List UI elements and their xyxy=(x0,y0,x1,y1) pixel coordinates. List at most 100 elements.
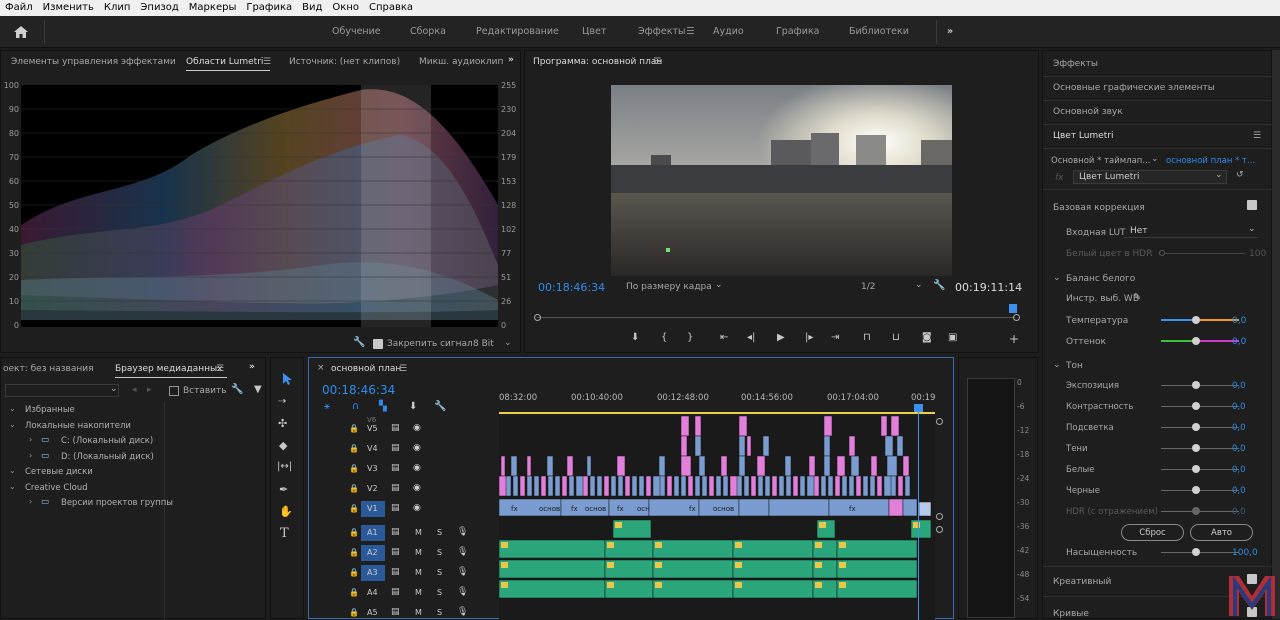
track-label[interactable]: V5 xyxy=(367,424,378,433)
input-lut-select[interactable]: Нет ⌄ xyxy=(1124,224,1258,238)
lock-icon[interactable]: 🔒 xyxy=(349,504,359,513)
video-clip-v5[interactable] xyxy=(880,416,888,437)
ripple-edit-tool-icon[interactable]: ✣ xyxy=(278,417,287,430)
video-clip-v3[interactable] xyxy=(500,455,506,477)
video-clip-v2[interactable] xyxy=(834,475,841,497)
video-clip-v4[interactable] xyxy=(848,435,856,457)
video-clip-v5[interactable] xyxy=(694,416,702,437)
video-clip-v2[interactable] xyxy=(869,475,876,497)
chevron-down-icon[interactable]: ⌄ xyxy=(1053,273,1061,283)
menu-icon[interactable]: ☰ xyxy=(216,364,224,374)
menu-help[interactable]: Справка xyxy=(364,0,418,13)
temperature-value[interactable]: 0,0 xyxy=(1232,316,1246,326)
section-lumetri-color[interactable]: Цвет Lumetri xyxy=(1053,131,1114,141)
sync-lock-icon[interactable]: ▤ xyxy=(391,607,400,617)
microphone-icon[interactable]: 🎙 xyxy=(457,587,468,597)
video-clip-v3[interactable] xyxy=(836,455,846,477)
video-clip-v2[interactable] xyxy=(554,475,561,497)
tone-slider-knob[interactable] xyxy=(1192,381,1200,389)
audio-clip[interactable] xyxy=(836,559,918,579)
timeline-timecode[interactable]: 00:18:46:34 xyxy=(322,383,395,397)
more-panels-icon[interactable]: » xyxy=(249,362,255,372)
temperature-slider[interactable] xyxy=(1192,316,1200,324)
mute-button[interactable]: M xyxy=(415,608,422,617)
tree-item[interactable]: D: (Локальный диск) xyxy=(61,452,154,462)
add-button-icon[interactable]: + xyxy=(1009,332,1019,346)
back-arrow-icon[interactable]: ◂ xyxy=(132,385,137,395)
sync-lock-icon[interactable]: ▤ xyxy=(391,503,400,513)
tone-slider-knob[interactable] xyxy=(1192,486,1200,494)
scrub-bar[interactable] xyxy=(537,317,1015,318)
video-clip-v2[interactable] xyxy=(512,475,519,497)
video-clip-v2[interactable] xyxy=(848,475,855,497)
video-clip-v2[interactable] xyxy=(771,475,778,497)
eye-icon[interactable]: ◉ xyxy=(413,423,421,433)
microphone-icon[interactable]: 🎙 xyxy=(457,527,468,537)
white-balance-header[interactable]: Баланс белого xyxy=(1066,274,1135,284)
location-select[interactable]: ⌄ xyxy=(5,384,119,397)
video-clip-v3[interactable] xyxy=(756,455,766,477)
chevron-down-icon[interactable]: ⌄ xyxy=(1053,360,1061,370)
video-clip-v2[interactable] xyxy=(785,475,792,497)
tint-slider[interactable] xyxy=(1192,337,1200,345)
solo-button[interactable]: S xyxy=(437,548,442,557)
audio-clip[interactable] xyxy=(732,559,814,579)
chevron-down-icon[interactable]: ⌄ xyxy=(715,280,723,290)
ws-libraries[interactable]: Библиотеки xyxy=(849,26,909,37)
video-clip-v2[interactable] xyxy=(540,475,547,497)
video-clip-v2[interactable] xyxy=(610,475,617,497)
video-clip-v2[interactable] xyxy=(792,475,799,497)
video-clip-v2[interactable] xyxy=(638,475,645,497)
auto-button[interactable]: Авто xyxy=(1190,524,1253,541)
eye-icon[interactable]: ◉ xyxy=(413,503,421,513)
pen-tool-icon[interactable]: ✒ xyxy=(279,483,288,496)
playhead-icon[interactable] xyxy=(1009,304,1017,313)
video-clip-v2[interactable] xyxy=(666,475,673,497)
video-clip-v2[interactable] xyxy=(673,475,680,497)
hand-tool-icon[interactable]: ✋ xyxy=(279,505,293,518)
chevron-icon[interactable]: ⌄ xyxy=(9,420,16,429)
menu-clip[interactable]: Клип xyxy=(99,0,136,13)
effect-select[interactable]: Цвет Lumetri ⌄ xyxy=(1073,170,1227,184)
scrub-end-handle[interactable] xyxy=(1013,314,1020,321)
eye-icon[interactable]: ◉ xyxy=(413,463,421,473)
sync-lock-icon[interactable]: ▤ xyxy=(391,423,400,433)
audio-clip[interactable] xyxy=(652,559,734,579)
marker-icon[interactable]: ⬇ xyxy=(631,332,639,343)
menu-sequence[interactable]: Эпизод xyxy=(135,0,183,13)
audio-clip[interactable] xyxy=(652,539,734,559)
creative-header[interactable]: Креативный xyxy=(1053,577,1111,587)
scroll-handle-mid[interactable] xyxy=(936,513,943,520)
video-clip-v1[interactable] xyxy=(738,498,770,517)
menu-icon[interactable]: ☰ xyxy=(1253,131,1261,141)
menu-window[interactable]: Окно xyxy=(327,0,364,13)
menu-markers[interactable]: Маркеры xyxy=(184,0,242,13)
extract-icon[interactable]: ⊔ xyxy=(892,332,900,343)
video-clip-v2[interactable] xyxy=(533,475,540,497)
video-clip-v5[interactable] xyxy=(823,416,833,437)
track-label[interactable]: V1 xyxy=(367,504,378,513)
tone-slider-value[interactable]: 0,0 xyxy=(1232,381,1246,391)
microphone-icon[interactable]: 🎙 xyxy=(457,547,468,557)
add-marker-icon[interactable]: ⬇ xyxy=(409,401,417,412)
slip-tool-icon[interactable]: |↔| xyxy=(277,461,292,472)
tree-item[interactable]: Локальные накопители xyxy=(25,421,131,431)
wrench-icon[interactable]: 🔧 xyxy=(353,337,365,348)
type-tool-icon[interactable]: T xyxy=(280,526,289,541)
video-clip-v3[interactable] xyxy=(808,455,816,477)
video-clip-v4[interactable] xyxy=(680,435,688,457)
video-clip-v3[interactable] xyxy=(510,455,518,477)
eye-icon[interactable]: ◉ xyxy=(413,443,421,453)
video-clip-v3[interactable] xyxy=(850,455,860,477)
menu-view[interactable]: Вид xyxy=(297,0,327,13)
sync-lock-icon[interactable]: ▤ xyxy=(391,483,400,493)
ws-effects[interactable]: Эффекты xyxy=(638,26,686,37)
video-clip-v3[interactable] xyxy=(546,455,554,477)
tone-slider-knob[interactable] xyxy=(1192,402,1200,410)
video-clip-v3[interactable] xyxy=(586,455,592,477)
tone-slider-knob[interactable] xyxy=(1192,465,1200,473)
video-clip-v2[interactable] xyxy=(708,475,715,497)
video-clip-v1[interactable] xyxy=(902,498,918,517)
tab-project[interactable]: оект: без названия xyxy=(3,364,94,374)
video-clip-v4[interactable] xyxy=(738,435,746,457)
